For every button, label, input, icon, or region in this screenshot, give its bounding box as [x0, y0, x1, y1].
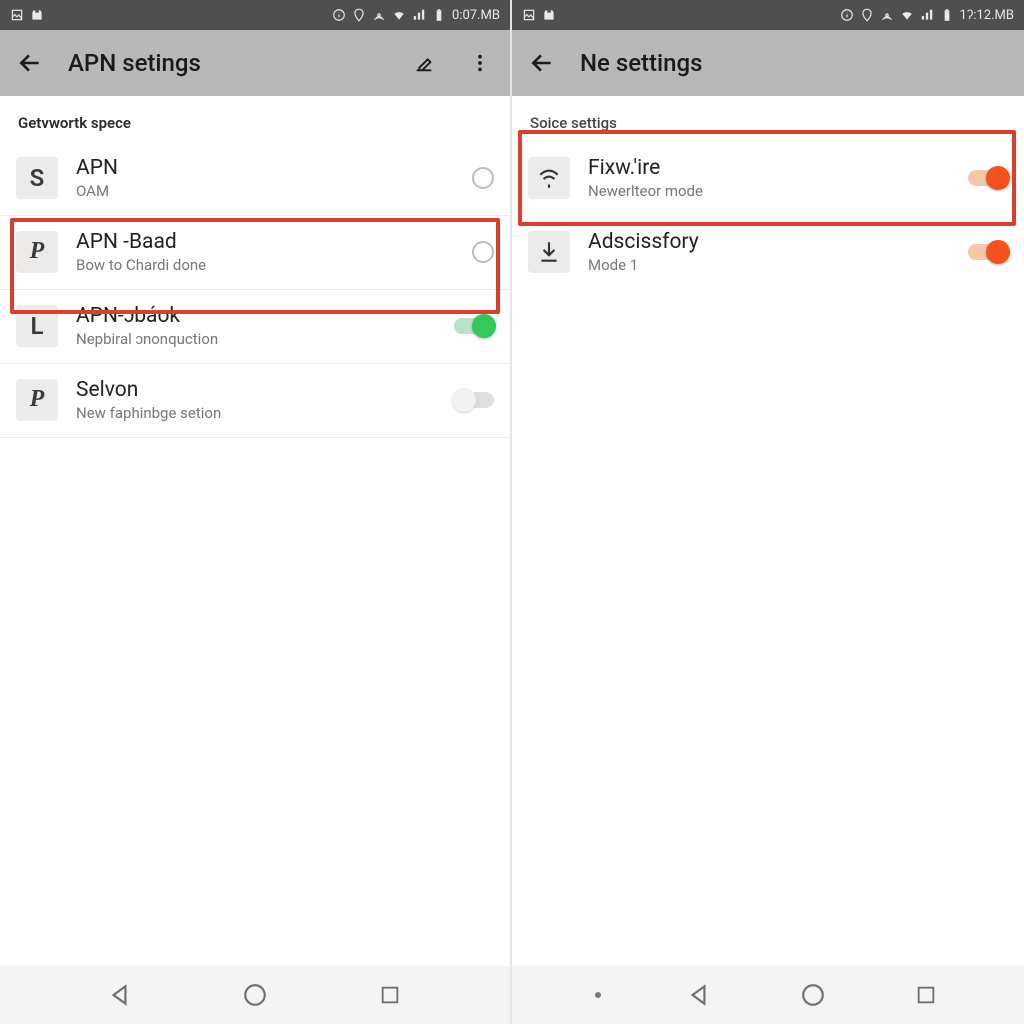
apn-sub: New faphinbge setion: [76, 404, 438, 422]
location-icon: [352, 8, 366, 22]
apn-row-1[interactable]: P APN -Baad Bow to Chardi done: [0, 216, 510, 290]
radio-unselected[interactable]: [472, 241, 494, 263]
wifi-icon: [536, 165, 562, 191]
setting-title: Adscissfory: [588, 230, 952, 254]
back-button[interactable]: [524, 45, 560, 81]
setting-row-1[interactable]: Adscissfory Mode 1: [512, 216, 1024, 290]
apn-title: APN -Baad: [76, 230, 438, 254]
toggle-on[interactable]: [968, 170, 1008, 186]
toggle-off[interactable]: [454, 392, 494, 408]
apn-lead-icon: P: [16, 231, 58, 273]
apn-title: APN-ɔbáok: [76, 304, 438, 328]
page-title: Ne settings: [580, 49, 1012, 77]
status-right-cluster: 0:07.MB: [332, 8, 500, 23]
store-icon: [30, 8, 44, 22]
download-icon: [536, 239, 562, 265]
toggle-on[interactable]: [968, 244, 1008, 260]
apn-sub: Bow to Chardi done: [76, 256, 438, 274]
battery-icon: [940, 8, 954, 22]
nav-dot: [595, 992, 601, 998]
app-bar: Ne settings: [512, 30, 1024, 96]
setting-title: Fixw.'ire: [588, 156, 952, 180]
screen-apn-settings: 0:07.MB APN setings Getvwortk spece S AP…: [0, 0, 512, 1024]
screenshot-icon: [522, 8, 536, 22]
screenshot-icon: [10, 8, 24, 22]
setting-sub: Mode 1: [588, 256, 952, 274]
nav-back[interactable]: [684, 980, 714, 1010]
status-left-icons: [522, 8, 556, 22]
hotspot-icon: [880, 8, 894, 22]
wifi-icon: [392, 8, 406, 22]
edit-button[interactable]: [406, 45, 442, 81]
more-vert-icon: [469, 52, 491, 74]
apn-lead-icon: L: [16, 305, 58, 347]
edit-icon: [413, 52, 435, 74]
nav-home[interactable]: [240, 980, 270, 1010]
nav-bar: [512, 966, 1024, 1024]
apn-row-3[interactable]: P Selvon New faphinbge setion: [0, 364, 510, 438]
circle-home-icon: [242, 982, 268, 1008]
square-recent-icon: [379, 984, 401, 1006]
battery-icon: [432, 8, 446, 22]
section-label: Soice settigs: [512, 96, 1024, 142]
page-title: APN setings: [68, 49, 386, 77]
apn-lead-icon: S: [16, 157, 58, 199]
nav-back[interactable]: [105, 980, 135, 1010]
nav-recent[interactable]: [911, 980, 941, 1010]
status-time: 1ʔ:12.MB: [960, 7, 1014, 23]
overflow-button[interactable]: [462, 45, 498, 81]
hotspot-icon: [372, 8, 386, 22]
info-icon: [840, 8, 854, 22]
wifi-lead-icon: [528, 157, 570, 199]
back-button[interactable]: [12, 45, 48, 81]
status-right-cluster: 1ʔ:12.MB: [840, 7, 1014, 23]
nav-bar: [0, 966, 510, 1024]
setting-sub: Newerlteor mode: [588, 182, 952, 200]
download-lead-icon: [528, 231, 570, 273]
toggle-on[interactable]: [454, 318, 494, 334]
apn-title: APN: [76, 156, 438, 180]
store-icon: [542, 8, 556, 22]
apn-sub: OAM: [76, 182, 438, 200]
setting-row-0[interactable]: Fixw.'ire Newerlteor mode: [512, 142, 1024, 216]
circle-home-icon: [800, 982, 826, 1008]
status-bar: 1ʔ:12.MB: [512, 0, 1024, 30]
signal-icon: [920, 8, 934, 22]
nav-home[interactable]: [798, 980, 828, 1010]
screen-ne-settings: 1ʔ:12.MB Ne settings Soice settigs Fixw.…: [512, 0, 1024, 1024]
triangle-back-icon: [686, 982, 712, 1008]
signal-icon: [412, 8, 426, 22]
arrow-left-icon: [529, 50, 555, 76]
content-area: Getvwortk spece S APN OAM P APN -Baad Bo…: [0, 96, 510, 966]
wifi-icon: [900, 8, 914, 22]
status-left-icons: [10, 8, 44, 22]
apn-row-2[interactable]: L APN-ɔbáok Nepbiral ɔnonquction: [0, 290, 510, 364]
location-icon: [860, 8, 874, 22]
status-bar: 0:07.MB: [0, 0, 510, 30]
radio-unselected[interactable]: [472, 167, 494, 189]
apn-lead-icon: P: [16, 379, 58, 421]
status-time: 0:07.MB: [452, 8, 500, 23]
apn-sub: Nepbiral ɔnonquction: [76, 330, 438, 348]
app-bar: APN setings: [0, 30, 510, 96]
content-area: Soice settigs Fixw.'ire Newerlteor mode …: [512, 96, 1024, 966]
nav-recent[interactable]: [375, 980, 405, 1010]
apn-row-0[interactable]: S APN OAM: [0, 142, 510, 216]
section-label: Getvwortk spece: [0, 96, 510, 142]
triangle-back-icon: [107, 982, 133, 1008]
info-icon: [332, 8, 346, 22]
apn-title: Selvon: [76, 378, 438, 402]
arrow-left-icon: [17, 50, 43, 76]
square-recent-icon: [915, 984, 937, 1006]
